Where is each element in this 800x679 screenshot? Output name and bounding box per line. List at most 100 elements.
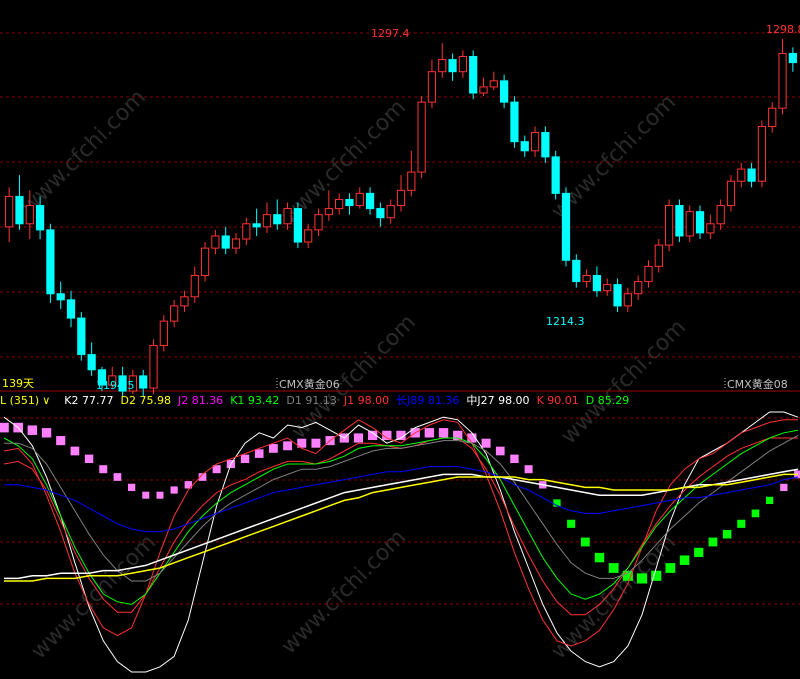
candle-body — [262, 214, 272, 228]
legend-item-j1: J1 98.00 — [343, 394, 390, 407]
histogram-block — [679, 555, 690, 565]
histogram-block — [766, 496, 774, 504]
candle-body — [634, 281, 643, 295]
histogram-block — [311, 438, 321, 448]
histogram-block — [84, 454, 94, 463]
histogram-block — [594, 552, 605, 563]
candle-body — [283, 208, 292, 225]
histogram-block — [495, 446, 505, 456]
candle-body — [46, 229, 55, 295]
candle — [365, 187, 375, 215]
candle-body — [695, 211, 705, 234]
candle — [242, 217, 251, 246]
candle-body — [427, 71, 437, 103]
candle-body — [572, 259, 581, 283]
histogram-block — [608, 563, 619, 573]
candle-body — [242, 223, 251, 240]
candle-body — [159, 320, 168, 346]
candle-body — [541, 132, 550, 158]
candle-body — [510, 101, 519, 143]
histogram-block — [113, 473, 122, 481]
candle — [685, 205, 694, 243]
candle — [386, 199, 395, 224]
candle-body — [726, 180, 736, 207]
candle — [56, 281, 65, 309]
candle-body — [304, 229, 313, 243]
histogram-block — [780, 483, 788, 492]
histogram-block — [438, 428, 449, 438]
histogram-block — [751, 509, 760, 518]
candle-body — [448, 59, 457, 73]
candle — [407, 150, 416, 197]
candle-body — [335, 198, 344, 210]
candle — [458, 50, 467, 78]
candle — [695, 205, 705, 239]
candle — [159, 315, 168, 352]
legend-item-midJ27: 中J27 98.00 — [466, 394, 530, 407]
candle-body — [489, 80, 498, 88]
candle-body — [438, 59, 447, 73]
histogram-block — [708, 537, 718, 547]
candle-body — [582, 275, 591, 283]
candle-body — [654, 244, 663, 267]
histogram-block — [453, 430, 463, 441]
candle-body — [345, 198, 354, 207]
candle — [613, 278, 622, 312]
candle-body — [747, 168, 756, 182]
candle-body — [469, 56, 478, 94]
candle — [469, 50, 478, 100]
candle — [768, 102, 777, 133]
histogram-block — [142, 491, 150, 499]
histogram-block — [510, 454, 519, 463]
high-label-1: 1297.4 — [371, 27, 410, 40]
dropdown-chevron-icon[interactable]: ∨ — [42, 394, 50, 407]
candle — [778, 38, 787, 115]
candle — [551, 150, 560, 200]
legend-item-d2: D2 75.98 — [120, 394, 171, 407]
candle-body — [520, 141, 529, 152]
candle-body — [5, 195, 14, 228]
candle-body — [180, 296, 189, 307]
watermark: www.cfchi.com — [277, 525, 411, 659]
candle — [314, 208, 323, 236]
histogram-block — [0, 422, 9, 433]
candle — [788, 47, 797, 72]
candle-body — [716, 205, 725, 225]
candle — [572, 254, 581, 288]
candle-body — [365, 192, 375, 210]
legend-item-l: L (351) ∨ — [0, 394, 51, 407]
candle — [479, 77, 488, 97]
low-label-2: 1214.3 — [546, 315, 585, 328]
candle-body — [479, 86, 488, 94]
candle-body — [56, 293, 65, 301]
candle — [200, 242, 210, 282]
candle-body — [788, 52, 797, 64]
candle-body — [139, 375, 148, 389]
candle-body — [603, 284, 612, 292]
histogram-block — [353, 433, 364, 443]
histogram-block — [567, 519, 576, 528]
candle-body — [293, 208, 302, 243]
candle — [520, 135, 529, 157]
histogram-block — [283, 441, 293, 451]
candle — [355, 187, 364, 209]
legend-item-j2: J2 81.36 — [177, 394, 224, 407]
candle-body — [149, 344, 158, 389]
histogram-block — [27, 425, 38, 435]
candle — [417, 96, 426, 179]
candle-body — [644, 265, 653, 283]
candle — [190, 266, 199, 303]
candle-body — [675, 205, 684, 237]
histogram-block — [665, 563, 676, 573]
candle — [582, 269, 591, 288]
candle — [273, 199, 282, 230]
candle-body — [685, 211, 694, 237]
candle-body — [35, 205, 45, 231]
watermark-layer: www.cfchi.com www.cfchi.com www.cfchi.co… — [17, 85, 691, 664]
candle — [726, 175, 736, 212]
candle-body — [252, 223, 261, 228]
candle — [489, 71, 498, 90]
candle — [396, 175, 406, 212]
candle — [654, 239, 663, 273]
candle — [747, 162, 756, 188]
